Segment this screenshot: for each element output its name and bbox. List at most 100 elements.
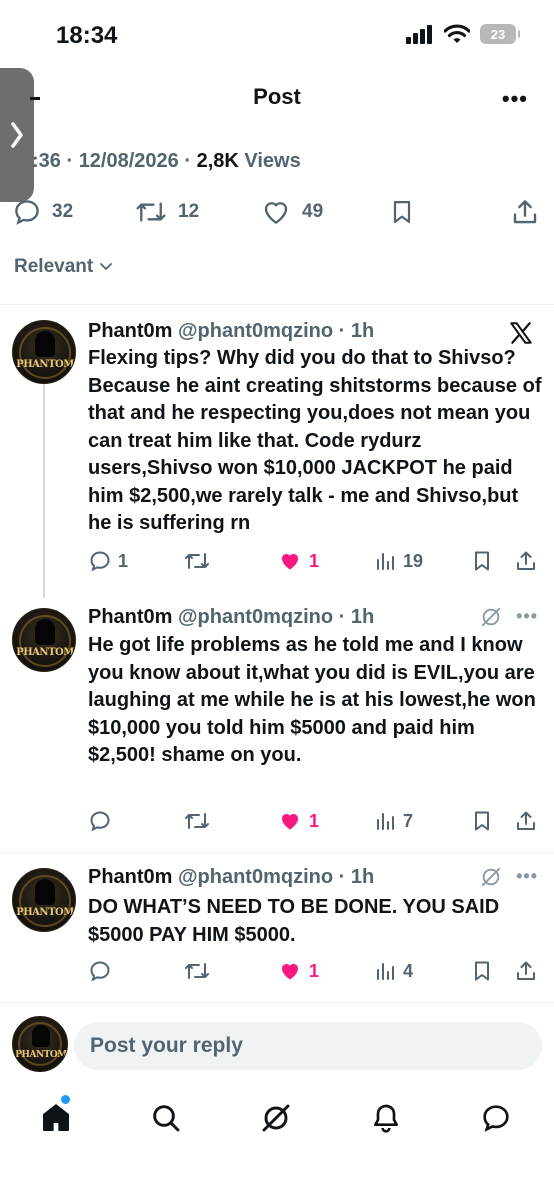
author-handle[interactable]: @phant0mqzino (178, 606, 333, 628)
avatar[interactable]: PHANTOM (12, 608, 76, 672)
reply-input[interactable]: Post your reply (74, 1022, 542, 1070)
chevron-right-icon (10, 120, 24, 150)
author-name[interactable]: Phant0m (88, 866, 172, 888)
reply-button[interactable]: 1 (88, 546, 128, 576)
nav-notifications[interactable] (368, 1100, 404, 1136)
chevron-down-icon (99, 262, 113, 272)
avatar[interactable]: PHANTOM (12, 868, 76, 932)
post-meta: :36 · 12/08/2026 · 2,8K Views (32, 150, 301, 173)
bookmark-button[interactable] (470, 956, 494, 986)
view-count: 19 (403, 550, 424, 571)
repost-button[interactable] (183, 956, 211, 986)
cellular-signal-icon (406, 24, 434, 44)
nav-home[interactable] (38, 1100, 74, 1136)
heart-filled-icon (277, 809, 303, 833)
analytics-icon (375, 809, 397, 833)
nav-grok[interactable] (258, 1100, 294, 1136)
meta-separator: · (184, 150, 197, 172)
heart-filled-icon (277, 549, 303, 573)
like-count: 1 (309, 550, 320, 571)
views-button[interactable]: 4 (375, 956, 413, 986)
repost-button[interactable] (183, 546, 211, 576)
reply-header: Phant0m @phant0mqzino · 1h (88, 320, 374, 343)
grok-icon[interactable] (480, 866, 502, 893)
bookmark-icon (470, 959, 494, 983)
bookmark-button[interactable] (470, 546, 494, 576)
bell-icon (370, 1102, 402, 1134)
divider (0, 304, 554, 305)
more-options-icon[interactable]: ••• (516, 866, 538, 887)
bookmark-icon (388, 197, 416, 227)
reply-action-bar: 1 1 19 (0, 546, 554, 576)
avatar[interactable]: PHANTOM (12, 320, 76, 384)
reply-button[interactable] (88, 956, 112, 986)
like-button[interactable]: 1 (277, 956, 319, 986)
grok-icon[interactable] (480, 606, 502, 633)
share-button[interactable] (514, 806, 538, 836)
reply-icon (88, 959, 112, 983)
bookmark-button[interactable] (388, 194, 416, 230)
separator: · (338, 866, 346, 888)
avatar-logo-text: PHANTOM (16, 647, 74, 658)
page-title: Post (253, 84, 301, 109)
share-button[interactable] (510, 194, 540, 230)
sort-dropdown[interactable]: Relevant (14, 256, 113, 278)
more-options-icon[interactable]: ••• (516, 606, 538, 627)
wifi-icon (444, 24, 470, 44)
repost-button[interactable] (183, 806, 211, 836)
reply-button[interactable]: 32 (12, 194, 73, 230)
post-time: :36 (32, 150, 61, 172)
reply-action-bar: 1 7 (0, 806, 554, 836)
notification-dot (61, 1095, 70, 1104)
nav-search[interactable] (148, 1100, 184, 1136)
views-label: Views (244, 150, 301, 172)
share-button[interactable] (514, 956, 538, 986)
share-icon (514, 809, 538, 833)
views-count: 2,8K (196, 150, 239, 172)
heart-filled-icon (277, 959, 303, 983)
bottom-nav (0, 1090, 554, 1146)
repost-icon (183, 959, 211, 983)
bookmark-icon (470, 809, 494, 833)
my-avatar[interactable]: PHANTOM (12, 1016, 68, 1072)
reply-text: He got life problems as he told me and I… (88, 634, 536, 766)
views-button[interactable]: 19 (375, 546, 423, 576)
repost-icon (134, 197, 168, 227)
views-button[interactable]: 7 (375, 806, 413, 836)
reply-text: DO WHAT’S NEED TO BE DONE. YOU SAID $500… (88, 896, 500, 946)
messages-icon (480, 1102, 512, 1134)
analytics-icon (375, 549, 397, 573)
author-handle[interactable]: @phant0mqzino (178, 320, 333, 342)
meta-separator: · (66, 150, 79, 172)
author-name[interactable]: Phant0m (88, 320, 172, 342)
like-button[interactable]: 49 (260, 194, 323, 230)
like-button[interactable]: 1 (277, 806, 319, 836)
divider (0, 852, 554, 853)
reply-count: 1 (118, 550, 129, 571)
like-button[interactable]: 1 (277, 546, 319, 576)
more-options-icon[interactable]: ••• (502, 86, 528, 112)
share-icon (514, 959, 538, 983)
repost-count: 12 (178, 201, 200, 222)
author-handle[interactable]: @phant0mqzino (178, 866, 333, 888)
analytics-icon (375, 959, 397, 983)
nav-messages[interactable] (478, 1100, 514, 1136)
reply-time: 1h (350, 866, 375, 888)
separator: · (338, 320, 346, 342)
author-name[interactable]: Phant0m (88, 606, 172, 628)
search-icon (150, 1102, 182, 1134)
share-button[interactable] (514, 546, 538, 576)
repost-icon (183, 809, 211, 833)
reply-button[interactable] (88, 806, 112, 836)
avatar-logo-text: PHANTOM (16, 359, 74, 370)
repost-button[interactable]: 12 (134, 194, 199, 230)
avatar-logo-text: PHANTOM (16, 907, 74, 918)
like-count: 1 (309, 960, 320, 981)
reply-header: Phant0m @phant0mqzino · 1h (88, 606, 374, 629)
reply-time: 1h (350, 606, 375, 628)
bookmark-button[interactable] (470, 806, 494, 836)
status-bar: 18:34 23 (0, 0, 554, 70)
reply-header: Phant0m @phant0mqzino · 1h (88, 866, 374, 889)
repost-icon (183, 549, 211, 573)
like-count: 1 (309, 810, 320, 831)
